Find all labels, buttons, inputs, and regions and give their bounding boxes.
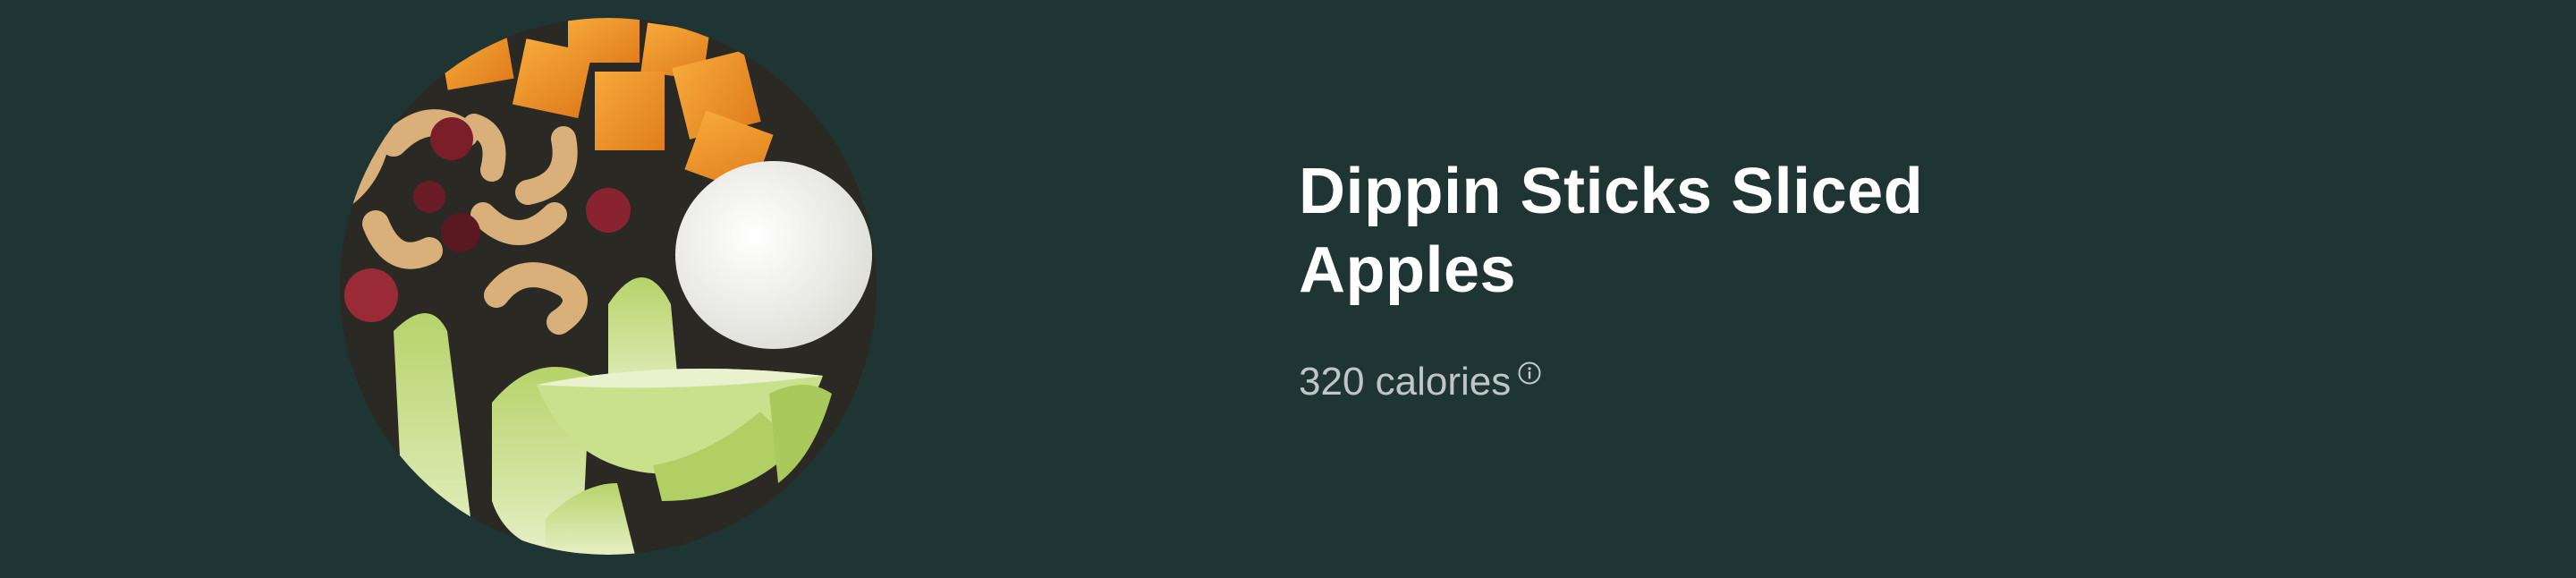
product-title: Dippin Sticks Sliced Apples bbox=[1299, 156, 1924, 306]
product-hero: Dippin Sticks Sliced Apples 320 calories bbox=[0, 0, 2576, 578]
product-image bbox=[340, 18, 877, 555]
product-info: Dippin Sticks Sliced Apples 320 calories bbox=[1299, 152, 2104, 404]
snack-plate-illustration bbox=[340, 18, 877, 555]
info-icon[interactable] bbox=[1518, 361, 1541, 385]
boiled-egg bbox=[675, 161, 872, 349]
calories-text: 320 calories bbox=[1299, 360, 1512, 404]
calories-row: 320 calories bbox=[1299, 360, 2104, 404]
